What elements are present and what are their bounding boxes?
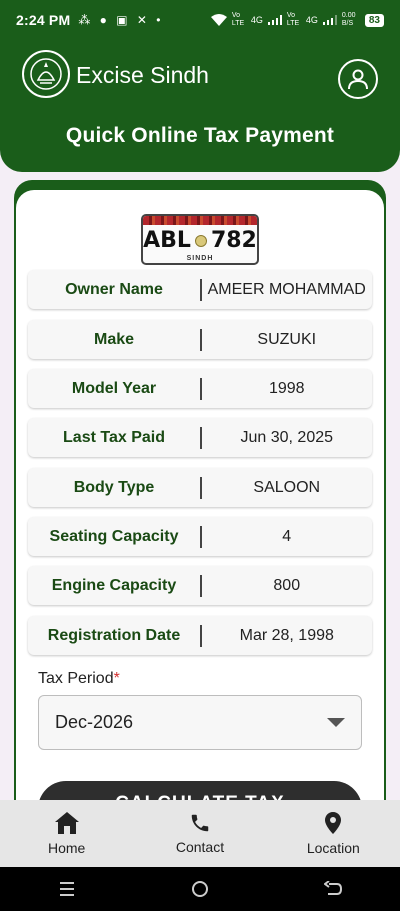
plate-province: SINDH	[186, 255, 214, 262]
status-time: 2:24 PM	[16, 12, 71, 28]
status-right-icons: Vo LTE 4G Vo LTE 4G 0.00 B/S 83	[210, 12, 384, 28]
detail-label: Owner Name	[65, 280, 163, 298]
nav-item-home[interactable]: Home	[0, 800, 133, 867]
detail-value: Mar 28, 1998	[239, 626, 334, 644]
detail-label: Engine Capacity	[51, 576, 177, 594]
detail-label: Seating Capacity	[49, 527, 179, 545]
notification-icons: ⁂ ● ▣ ✕ •	[78, 13, 164, 27]
net-speed: 0.00 B/S	[341, 12, 356, 27]
plate-digits: 782	[210, 228, 257, 253]
plate-pattern	[143, 216, 257, 225]
detail-row-make: Make SUZUKI	[28, 320, 372, 359]
plate-emblem-icon	[194, 234, 207, 247]
signal-icon-2	[322, 15, 337, 25]
plate-number: ABL 782	[143, 228, 257, 253]
signal-icon	[267, 15, 282, 25]
status-bar: 2:24 PM ⁂ ● ▣ ✕ • Vo LTE 4G Vo LTE 4G 0.…	[0, 0, 400, 40]
detail-value: SALOON	[253, 478, 321, 496]
detail-value: Jun 30, 2025	[240, 428, 334, 446]
detail-row-seating-capacity: Seating Capacity 4	[28, 517, 372, 556]
phone-icon	[191, 814, 209, 832]
home-system-button[interactable]	[170, 880, 230, 898]
user-icon	[348, 69, 368, 90]
battery-icon: 83	[364, 13, 384, 27]
app-title: Excise Sindh	[76, 62, 209, 88]
nav-label: Home	[47, 840, 86, 856]
home-icon	[54, 812, 79, 834]
system-nav-bar	[0, 867, 400, 911]
net-label-1: Vo LTE	[231, 12, 245, 27]
plate-letters: ABL	[143, 228, 191, 253]
excise-logo-icon	[22, 50, 70, 98]
detail-value: 800	[273, 576, 301, 594]
nav-item-contact[interactable]: Contact	[133, 800, 266, 867]
required-mark: *	[113, 670, 120, 687]
detail-label: Registration Date	[47, 626, 181, 644]
net-label-4: 4G	[305, 15, 318, 25]
detail-value: SUZUKI	[257, 330, 317, 348]
detail-row-last-tax-paid: Last Tax Paid Jun 30, 2025	[28, 418, 372, 457]
detail-label: Model Year	[71, 379, 157, 397]
page-title: Quick Online Tax Payment	[65, 124, 335, 147]
chevron-down-icon	[327, 718, 345, 727]
back-button[interactable]	[303, 881, 363, 897]
detail-value: 4	[282, 527, 292, 545]
circle-icon	[191, 881, 208, 897]
bottom-nav: Home Contact Location	[0, 800, 400, 867]
detail-label: Last Tax Paid	[63, 428, 165, 446]
detail-row-engine-capacity: Engine Capacity 800	[28, 566, 372, 605]
nav-label: Contact	[175, 839, 225, 855]
nav-item-location[interactable]: Location	[267, 800, 400, 867]
detail-row-owner-name: Owner Name AMEER MOHAMMAD	[28, 270, 372, 309]
net-label-3: Vo LTE	[286, 12, 300, 27]
tax-period-label: Tax Period*	[38, 670, 120, 688]
tax-period-label-text: Tax Period	[38, 670, 114, 687]
detail-row-model-year: Model Year 1998	[28, 369, 372, 408]
tax-period-selected: Dec-2026	[55, 712, 134, 732]
nav-label: Location	[306, 840, 360, 856]
detail-row-body-type: Body Type SALOON	[28, 468, 372, 507]
menu-icon	[59, 882, 74, 896]
profile-button[interactable]	[338, 59, 378, 99]
recent-apps-button[interactable]	[37, 881, 97, 897]
detail-value: AMEER MOHAMMAD	[207, 280, 366, 298]
detail-label: Body Type	[73, 478, 155, 496]
wifi-icon	[210, 14, 227, 26]
detail-value: 1998	[268, 379, 305, 397]
back-icon	[324, 881, 343, 895]
app-header: Excise Sindh Quick Online Tax Payment	[0, 40, 400, 172]
detail-label: Make	[93, 330, 135, 348]
net-label-2: 4G	[250, 15, 263, 25]
tax-period-dropdown[interactable]: Dec-2026	[38, 695, 362, 750]
location-pin-icon	[325, 812, 342, 834]
detail-row-registration-date: Registration Date Mar 28, 1998	[28, 616, 372, 655]
number-plate: ABL 782 SINDH	[141, 214, 259, 265]
